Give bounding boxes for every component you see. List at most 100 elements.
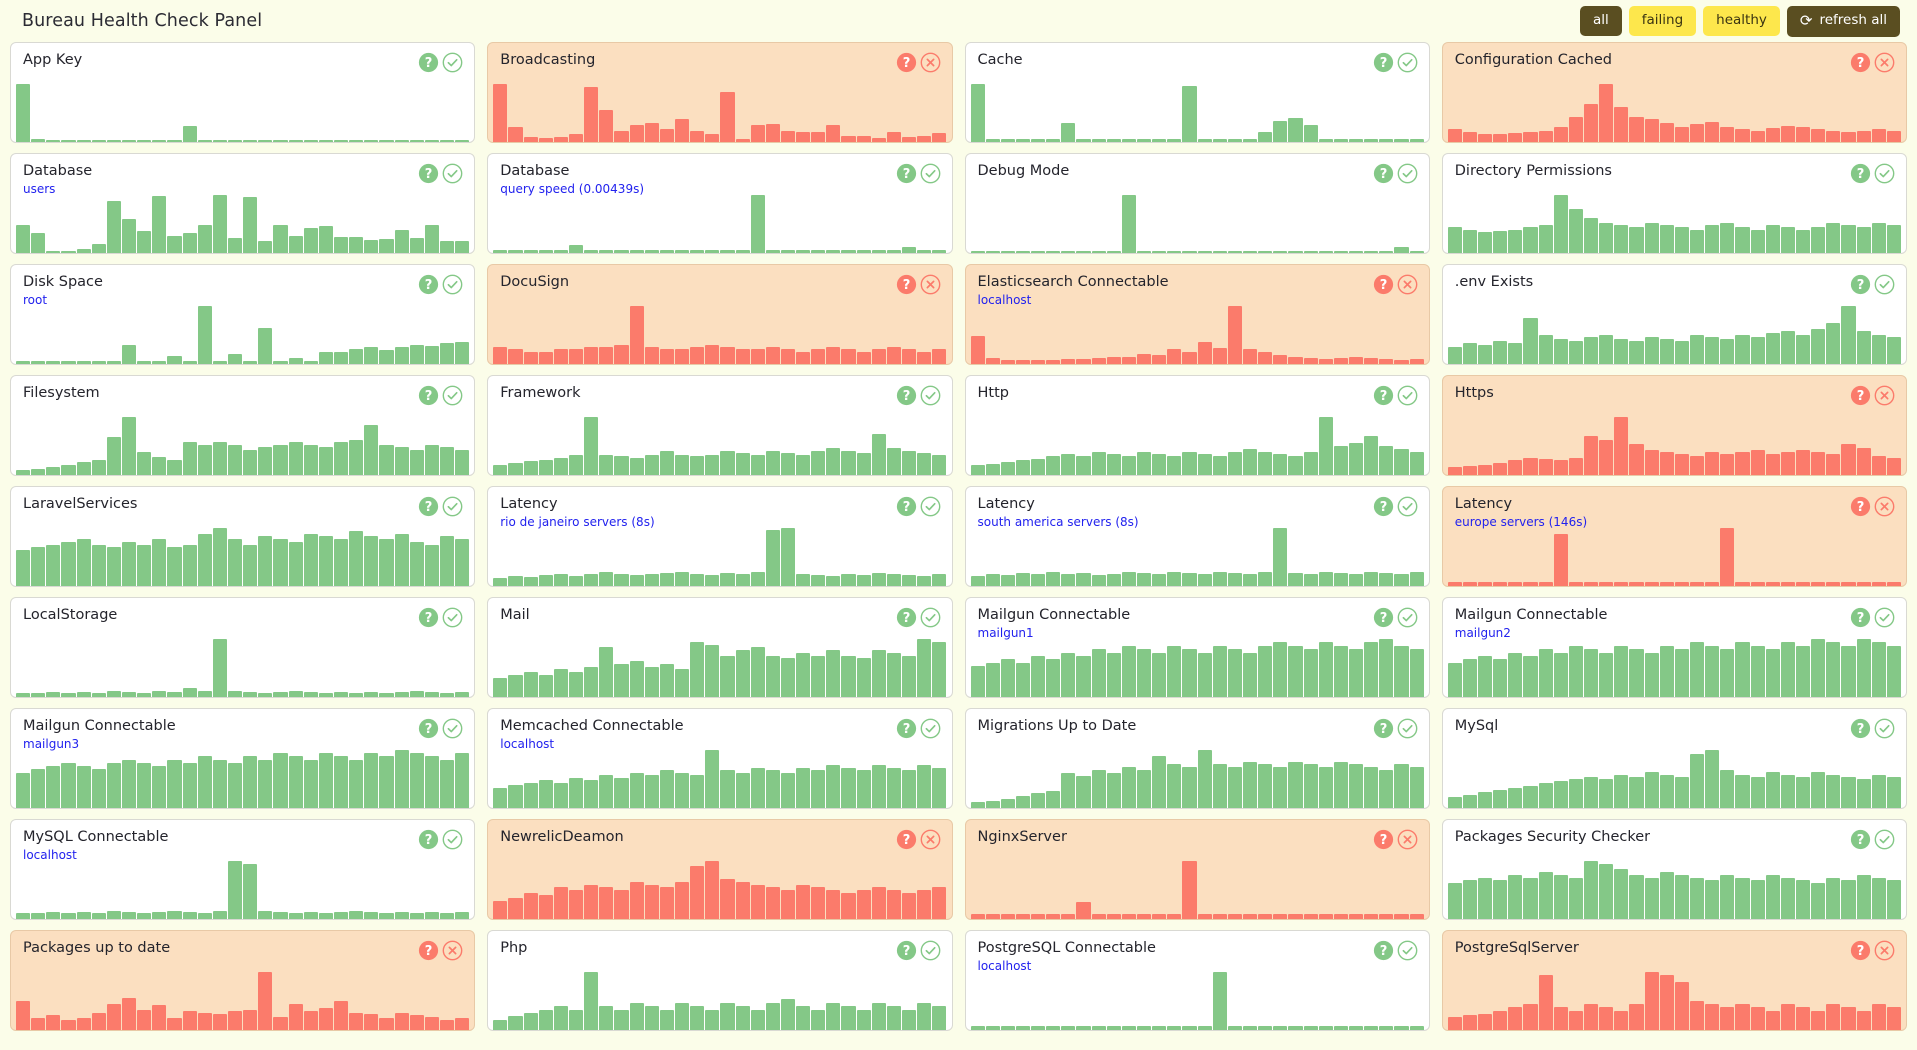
check-circle-icon[interactable] — [442, 718, 463, 739]
question-mark-icon[interactable]: ? — [896, 274, 917, 295]
check-circle-icon[interactable] — [920, 607, 941, 628]
question-mark-icon[interactable]: ? — [1373, 607, 1394, 628]
health-check-card[interactable]: App Key? — [10, 42, 476, 143]
check-circle-icon[interactable] — [1397, 385, 1418, 406]
filter-failing-button[interactable]: failing — [1628, 6, 1697, 36]
check-circle-icon[interactable] — [1874, 163, 1895, 184]
question-mark-icon[interactable]: ? — [1850, 829, 1871, 850]
health-check-card[interactable]: LaravelServices? — [10, 486, 476, 587]
health-check-card[interactable]: Latency rio de janeiro servers (8s)? — [487, 486, 953, 587]
health-check-card[interactable]: Memcached Connectable localhost? — [487, 708, 953, 809]
check-circle-icon[interactable] — [1397, 718, 1418, 739]
question-mark-icon[interactable]: ? — [1850, 163, 1871, 184]
question-mark-icon[interactable]: ? — [1850, 385, 1871, 406]
health-check-card[interactable]: Framework? — [487, 375, 953, 476]
x-circle-icon[interactable] — [920, 829, 941, 850]
check-circle-icon[interactable] — [1397, 52, 1418, 73]
question-mark-icon[interactable]: ? — [1373, 385, 1394, 406]
x-circle-icon[interactable] — [920, 274, 941, 295]
health-check-card[interactable]: MySql? — [1441, 708, 1907, 809]
question-mark-icon[interactable]: ? — [418, 607, 439, 628]
filter-all-button[interactable]: all — [1579, 6, 1622, 36]
question-mark-icon[interactable]: ? — [1850, 496, 1871, 517]
check-circle-icon[interactable] — [442, 52, 463, 73]
check-circle-icon[interactable] — [920, 940, 941, 961]
question-mark-icon[interactable]: ? — [896, 496, 917, 517]
check-circle-icon[interactable] — [920, 385, 941, 406]
x-circle-icon[interactable] — [1397, 829, 1418, 850]
question-mark-icon[interactable]: ? — [1850, 52, 1871, 73]
health-check-card[interactable]: NginxServer? — [964, 819, 1430, 920]
question-mark-icon[interactable]: ? — [896, 718, 917, 739]
health-check-card[interactable]: PostgreSqlServer? — [1441, 930, 1907, 1031]
health-check-card[interactable]: Broadcasting? — [487, 42, 953, 143]
question-mark-icon[interactable]: ? — [418, 163, 439, 184]
question-mark-icon[interactable]: ? — [896, 829, 917, 850]
check-circle-icon[interactable] — [1874, 607, 1895, 628]
health-check-card[interactable]: Configuration Cached? — [1441, 42, 1907, 143]
health-check-card[interactable]: Debug Mode? — [964, 153, 1430, 254]
check-circle-icon[interactable] — [442, 607, 463, 628]
x-circle-icon[interactable] — [442, 940, 463, 961]
check-circle-icon[interactable] — [1874, 718, 1895, 739]
health-check-card[interactable]: Migrations Up to Date? — [964, 708, 1430, 809]
health-check-card[interactable]: NewrelicDeamon? — [487, 819, 953, 920]
x-circle-icon[interactable] — [1397, 274, 1418, 295]
x-circle-icon[interactable] — [1874, 52, 1895, 73]
check-circle-icon[interactable] — [1874, 829, 1895, 850]
health-check-card[interactable]: Latency europe servers (146s)? — [1441, 486, 1907, 587]
question-mark-icon[interactable]: ? — [418, 385, 439, 406]
health-check-card[interactable]: Database users? — [10, 153, 476, 254]
question-mark-icon[interactable]: ? — [418, 829, 439, 850]
health-check-card[interactable]: Elasticsearch Connectable localhost? — [964, 264, 1430, 365]
health-check-card[interactable]: Mailgun Connectable mailgun3? — [10, 708, 476, 809]
question-mark-icon[interactable]: ? — [1850, 718, 1871, 739]
health-check-card[interactable]: Mailgun Connectable mailgun2? — [1441, 597, 1907, 698]
health-check-card[interactable]: Disk Space root? — [10, 264, 476, 365]
question-mark-icon[interactable]: ? — [1373, 274, 1394, 295]
check-circle-icon[interactable] — [920, 718, 941, 739]
question-mark-icon[interactable]: ? — [418, 940, 439, 961]
check-circle-icon[interactable] — [442, 385, 463, 406]
health-check-card[interactable]: Packages Security Checker? — [1441, 819, 1907, 920]
health-check-card[interactable]: Http? — [964, 375, 1430, 476]
health-check-card[interactable]: Mail? — [487, 597, 953, 698]
health-check-card[interactable]: DocuSign? — [487, 264, 953, 365]
health-check-card[interactable]: Cache? — [964, 42, 1430, 143]
check-circle-icon[interactable] — [442, 163, 463, 184]
x-circle-icon[interactable] — [1874, 496, 1895, 517]
health-check-card[interactable]: .env Exists? — [1441, 264, 1907, 365]
x-circle-icon[interactable] — [1874, 385, 1895, 406]
refresh-all-button[interactable]: ⟳ refresh all — [1786, 5, 1900, 37]
check-circle-icon[interactable] — [442, 829, 463, 850]
check-circle-icon[interactable] — [1874, 274, 1895, 295]
question-mark-icon[interactable]: ? — [1373, 52, 1394, 73]
health-check-card[interactable]: MySQL Connectable localhost? — [10, 819, 476, 920]
question-mark-icon[interactable]: ? — [1850, 274, 1871, 295]
question-mark-icon[interactable]: ? — [418, 274, 439, 295]
question-mark-icon[interactable]: ? — [1373, 940, 1394, 961]
check-circle-icon[interactable] — [1397, 496, 1418, 517]
question-mark-icon[interactable]: ? — [1373, 163, 1394, 184]
question-mark-icon[interactable]: ? — [1373, 829, 1394, 850]
health-check-card[interactable]: Database query speed (0.00439s)? — [487, 153, 953, 254]
question-mark-icon[interactable]: ? — [896, 940, 917, 961]
question-mark-icon[interactable]: ? — [418, 496, 439, 517]
question-mark-icon[interactable]: ? — [418, 718, 439, 739]
check-circle-icon[interactable] — [1397, 607, 1418, 628]
health-check-card[interactable]: LocalStorage? — [10, 597, 476, 698]
check-circle-icon[interactable] — [442, 496, 463, 517]
question-mark-icon[interactable]: ? — [1373, 718, 1394, 739]
check-circle-icon[interactable] — [1397, 163, 1418, 184]
filter-healthy-button[interactable]: healthy — [1703, 6, 1780, 36]
question-mark-icon[interactable]: ? — [1850, 607, 1871, 628]
check-circle-icon[interactable] — [920, 496, 941, 517]
x-circle-icon[interactable] — [1874, 940, 1895, 961]
health-check-card[interactable]: Php? — [487, 930, 953, 1031]
health-check-card[interactable]: Packages up to date? — [10, 930, 476, 1031]
question-mark-icon[interactable]: ? — [1373, 496, 1394, 517]
question-mark-icon[interactable]: ? — [1850, 940, 1871, 961]
health-check-card[interactable]: Https? — [1441, 375, 1907, 476]
health-check-card[interactable]: Filesystem? — [10, 375, 476, 476]
x-circle-icon[interactable] — [920, 52, 941, 73]
